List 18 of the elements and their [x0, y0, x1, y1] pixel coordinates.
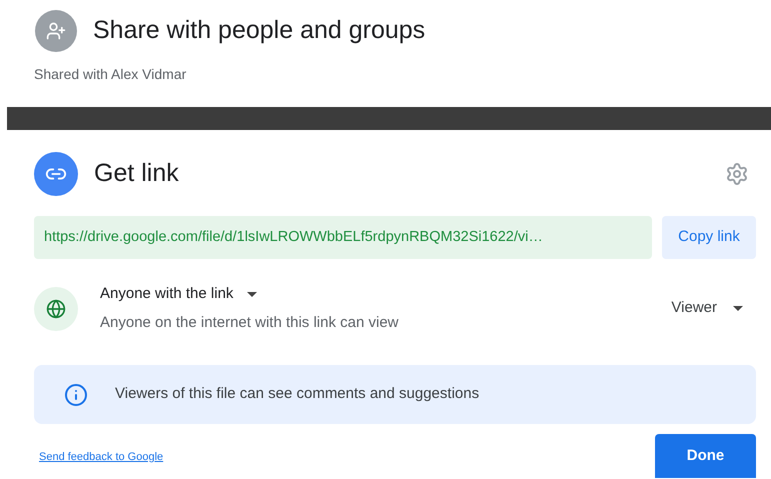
settings-icon[interactable]: [725, 162, 749, 186]
feedback-link[interactable]: Send feedback to Google: [39, 449, 164, 466]
globe-icon: [34, 286, 78, 330]
section-title: Get link: [94, 158, 180, 190]
access-description: Anyone on the internet with this link can view: [100, 312, 400, 332]
role-dropdown[interactable]: Viewer: [671, 297, 743, 320]
done-button[interactable]: Done: [655, 434, 756, 478]
link-icon: [34, 152, 78, 196]
add-person-icon: [35, 10, 77, 52]
section-title: Share with people and groups: [93, 15, 426, 46]
info-icon: [64, 382, 88, 406]
shared-with-text: Shared with Alex Vidmar: [33, 65, 188, 84]
info-text: Viewers of this file can see comments and suggestions: [115, 384, 480, 404]
caret-icon: [247, 292, 258, 297]
link-field[interactable]: https://drive.google.com/file/d/1lsIwLROWWbbELf5rdpynRBQM32Si1622/vi…: [34, 216, 652, 259]
caret-icon: [733, 306, 743, 311]
copy-link-button[interactable]: Copy link: [662, 216, 756, 259]
access-dropdown[interactable]: Anyone with the link: [100, 283, 258, 306]
